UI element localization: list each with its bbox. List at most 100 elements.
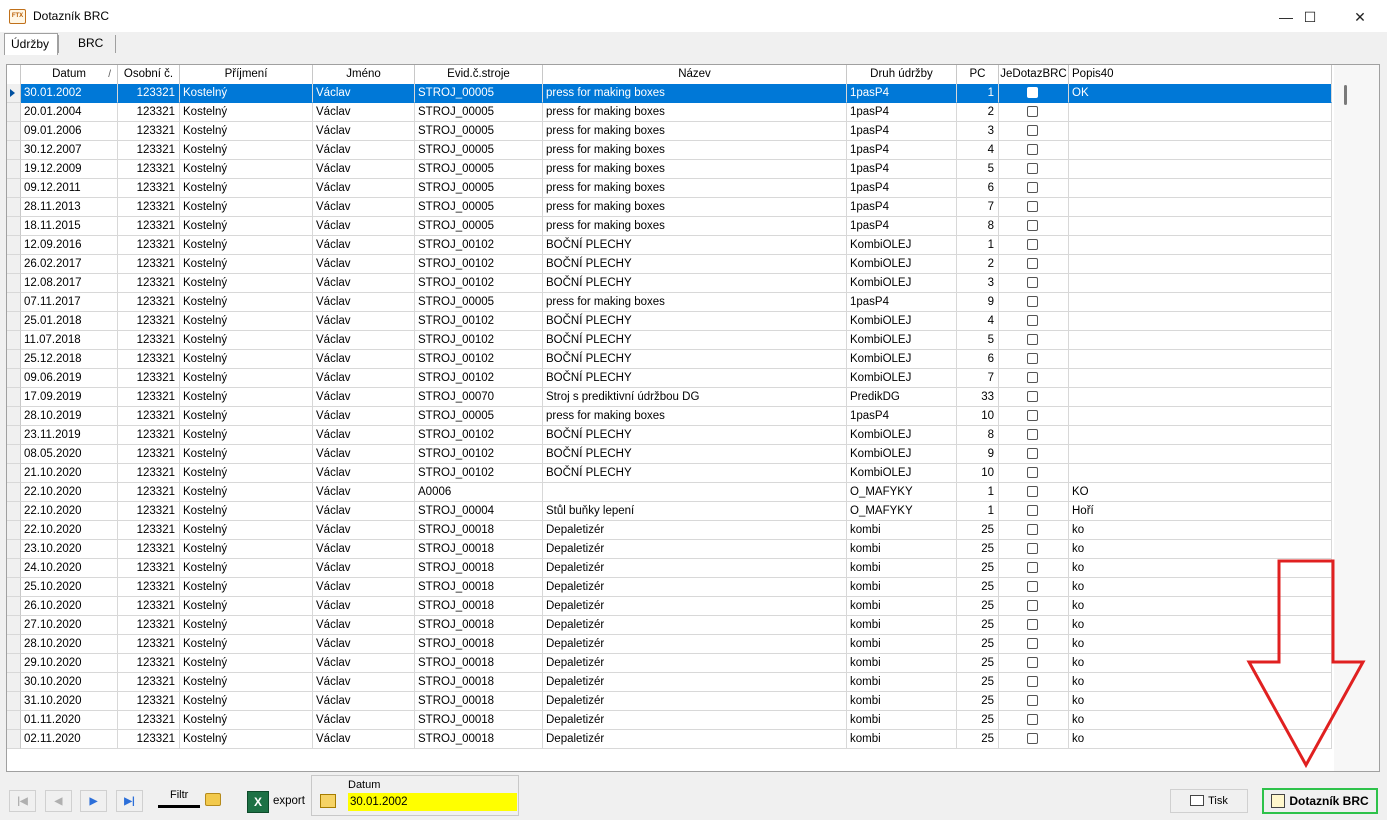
table-row[interactable]: 02.11.2020 123321 Kostelný Václav STROJ_0001… bbox=[7, 730, 1332, 749]
cell-datum[interactable]: 18.11.2015 bbox=[21, 217, 118, 236]
table-row[interactable]: 09.06.2019 123321 Kostelný Václav STROJ_0010… bbox=[7, 369, 1332, 388]
cell-druh-údržby[interactable]: KombiOLEJ bbox=[847, 464, 957, 483]
je-dotaz-brc-checkbox[interactable] bbox=[1027, 448, 1038, 459]
cell-druh-údržby[interactable]: 1pasP4 bbox=[847, 122, 957, 141]
cell-druh-údržby[interactable]: 1pasP4 bbox=[847, 103, 957, 122]
cell-pc[interactable]: 1 bbox=[957, 236, 999, 255]
cell-popis40[interactable] bbox=[1069, 274, 1332, 293]
row-indicator[interactable] bbox=[7, 369, 21, 388]
table-row[interactable]: 09.01.2006 123321 Kostelný Václav STROJ_0000… bbox=[7, 122, 1332, 141]
cell-evid-č-stroje[interactable]: STROJ_00018 bbox=[415, 559, 543, 578]
je-dotaz-brc-checkbox[interactable] bbox=[1027, 676, 1038, 687]
cell-druh-údržby[interactable]: KombiOLEJ bbox=[847, 350, 957, 369]
maximize-button[interactable]: ☐ bbox=[1290, 5, 1330, 29]
cell-popis40[interactable] bbox=[1069, 407, 1332, 426]
cell-evid-č-stroje[interactable]: STROJ_00102 bbox=[415, 236, 543, 255]
nav-prev-button[interactable]: ◀ bbox=[45, 790, 72, 812]
close-button[interactable]: ✕ bbox=[1340, 5, 1380, 29]
cell-jméno[interactable]: Václav bbox=[313, 84, 415, 103]
cell-název[interactable]: Stůl buňky lepení bbox=[543, 502, 847, 521]
cell-druh-údržby[interactable]: 1pasP4 bbox=[847, 84, 957, 103]
cell-příjmení[interactable]: Kostelný bbox=[180, 730, 313, 749]
je-dotaz-brc-checkbox[interactable] bbox=[1027, 315, 1038, 326]
date-picker-icon[interactable] bbox=[320, 794, 336, 808]
cell-jedotazbrc[interactable] bbox=[999, 730, 1069, 749]
cell-název[interactable]: BOČNÍ PLECHY bbox=[543, 464, 847, 483]
cell-evid-č-stroje[interactable]: STROJ_00018 bbox=[415, 540, 543, 559]
cell-evid-č-stroje[interactable]: STROJ_00102 bbox=[415, 464, 543, 483]
cell-datum[interactable]: 31.10.2020 bbox=[21, 692, 118, 711]
cell-jedotazbrc[interactable] bbox=[999, 293, 1069, 312]
cell-jedotazbrc[interactable] bbox=[999, 407, 1069, 426]
cell-pc[interactable]: 3 bbox=[957, 274, 999, 293]
cell-jedotazbrc[interactable] bbox=[999, 217, 1069, 236]
cell-druh-údržby[interactable]: 1pasP4 bbox=[847, 179, 957, 198]
cell-evid-č-stroje[interactable]: STROJ_00102 bbox=[415, 369, 543, 388]
cell-pc[interactable]: 1 bbox=[957, 84, 999, 103]
date-field[interactable]: 30.01.2002 bbox=[348, 793, 517, 811]
cell-příjmení[interactable]: Kostelný bbox=[180, 635, 313, 654]
row-indicator[interactable] bbox=[7, 597, 21, 616]
row-indicator[interactable] bbox=[7, 540, 21, 559]
cell-datum[interactable]: 12.09.2016 bbox=[21, 236, 118, 255]
print-button[interactable]: Tisk bbox=[1170, 789, 1248, 813]
cell-pc[interactable]: 8 bbox=[957, 426, 999, 445]
cell-osobní-č-[interactable]: 123321 bbox=[118, 711, 180, 730]
cell-jedotazbrc[interactable] bbox=[999, 274, 1069, 293]
je-dotaz-brc-checkbox[interactable] bbox=[1027, 144, 1038, 155]
cell-pc[interactable]: 25 bbox=[957, 559, 999, 578]
cell-popis40[interactable] bbox=[1069, 160, 1332, 179]
cell-popis40[interactable] bbox=[1069, 312, 1332, 331]
cell-pc[interactable]: 25 bbox=[957, 521, 999, 540]
cell-datum[interactable]: 25.12.2018 bbox=[21, 350, 118, 369]
cell-jedotazbrc[interactable] bbox=[999, 635, 1069, 654]
cell-jedotazbrc[interactable] bbox=[999, 597, 1069, 616]
cell-osobní-č-[interactable]: 123321 bbox=[118, 369, 180, 388]
cell-osobní-č-[interactable]: 123321 bbox=[118, 312, 180, 331]
cell-jedotazbrc[interactable] bbox=[999, 103, 1069, 122]
cell-evid-č-stroje[interactable]: STROJ_00018 bbox=[415, 711, 543, 730]
cell-jedotazbrc[interactable] bbox=[999, 616, 1069, 635]
cell-popis40[interactable] bbox=[1069, 217, 1332, 236]
cell-osobní-č-[interactable]: 123321 bbox=[118, 293, 180, 312]
cell-druh-údržby[interactable]: 1pasP4 bbox=[847, 198, 957, 217]
cell-jméno[interactable]: Václav bbox=[313, 293, 415, 312]
cell-pc[interactable]: 25 bbox=[957, 616, 999, 635]
cell-jméno[interactable]: Václav bbox=[313, 673, 415, 692]
cell-osobní-č-[interactable]: 123321 bbox=[118, 160, 180, 179]
cell-evid-č-stroje[interactable]: STROJ_00018 bbox=[415, 635, 543, 654]
cell-druh-údržby[interactable]: kombi bbox=[847, 559, 957, 578]
cell-pc[interactable]: 9 bbox=[957, 445, 999, 464]
cell-popis40[interactable]: ko bbox=[1069, 540, 1332, 559]
cell-popis40[interactable] bbox=[1069, 236, 1332, 255]
cell-pc[interactable]: 25 bbox=[957, 635, 999, 654]
cell-název[interactable]: BOČNÍ PLECHY bbox=[543, 312, 847, 331]
cell-jedotazbrc[interactable] bbox=[999, 350, 1069, 369]
cell-osobní-č-[interactable]: 123321 bbox=[118, 198, 180, 217]
cell-jméno[interactable]: Václav bbox=[313, 502, 415, 521]
cell-druh-údržby[interactable]: 1pasP4 bbox=[847, 217, 957, 236]
cell-pc[interactable]: 33 bbox=[957, 388, 999, 407]
cell-druh-údržby[interactable]: kombi bbox=[847, 616, 957, 635]
cell-datum[interactable]: 30.10.2020 bbox=[21, 673, 118, 692]
row-indicator[interactable] bbox=[7, 483, 21, 502]
cell-osobní-č-[interactable]: 123321 bbox=[118, 559, 180, 578]
cell-příjmení[interactable]: Kostelný bbox=[180, 388, 313, 407]
cell-jméno[interactable]: Václav bbox=[313, 464, 415, 483]
row-indicator[interactable] bbox=[7, 388, 21, 407]
cell-název[interactable]: Depaletizér bbox=[543, 692, 847, 711]
cell-název[interactable]: press for making boxes bbox=[543, 122, 847, 141]
cell-jedotazbrc[interactable] bbox=[999, 540, 1069, 559]
cell-evid-č-stroje[interactable]: STROJ_00005 bbox=[415, 160, 543, 179]
cell-příjmení[interactable]: Kostelný bbox=[180, 217, 313, 236]
cell-popis40[interactable] bbox=[1069, 122, 1332, 141]
je-dotaz-brc-checkbox[interactable] bbox=[1027, 505, 1038, 516]
row-indicator[interactable] bbox=[7, 578, 21, 597]
cell-osobní-č-[interactable]: 123321 bbox=[118, 464, 180, 483]
cell-jméno[interactable]: Václav bbox=[313, 255, 415, 274]
cell-evid-č-stroje[interactable]: STROJ_00018 bbox=[415, 578, 543, 597]
row-indicator[interactable] bbox=[7, 236, 21, 255]
cell-evid-č-stroje[interactable]: STROJ_00102 bbox=[415, 445, 543, 464]
cell-příjmení[interactable]: Kostelný bbox=[180, 255, 313, 274]
cell-příjmení[interactable]: Kostelný bbox=[180, 616, 313, 635]
